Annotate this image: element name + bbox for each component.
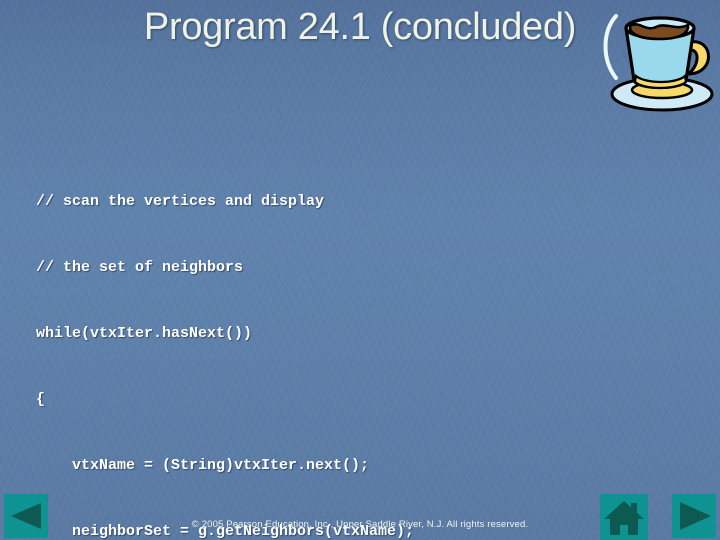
code-line: // the set of neighbors: [36, 259, 244, 276]
triangle-right-icon: [680, 502, 711, 530]
home-button[interactable]: [600, 494, 648, 540]
code-line: // scan the vertices and display: [36, 193, 325, 210]
previous-slide-button[interactable]: [4, 494, 48, 538]
home-icon: [604, 501, 644, 535]
triangle-left-icon: [11, 503, 41, 529]
coffee-cup-icon: [598, 0, 720, 116]
code-line: {: [36, 391, 46, 408]
code-line: while(vtxIter.hasNext()): [36, 325, 253, 342]
slide-canvas: Program 24.1 (concluded) // scan the ver…: [0, 0, 720, 540]
code-line: vtxName = (String)vtxIter.next();: [36, 457, 370, 474]
next-slide-button[interactable]: [672, 494, 716, 538]
code-block: // scan the vertices and display // the …: [0, 147, 720, 540]
